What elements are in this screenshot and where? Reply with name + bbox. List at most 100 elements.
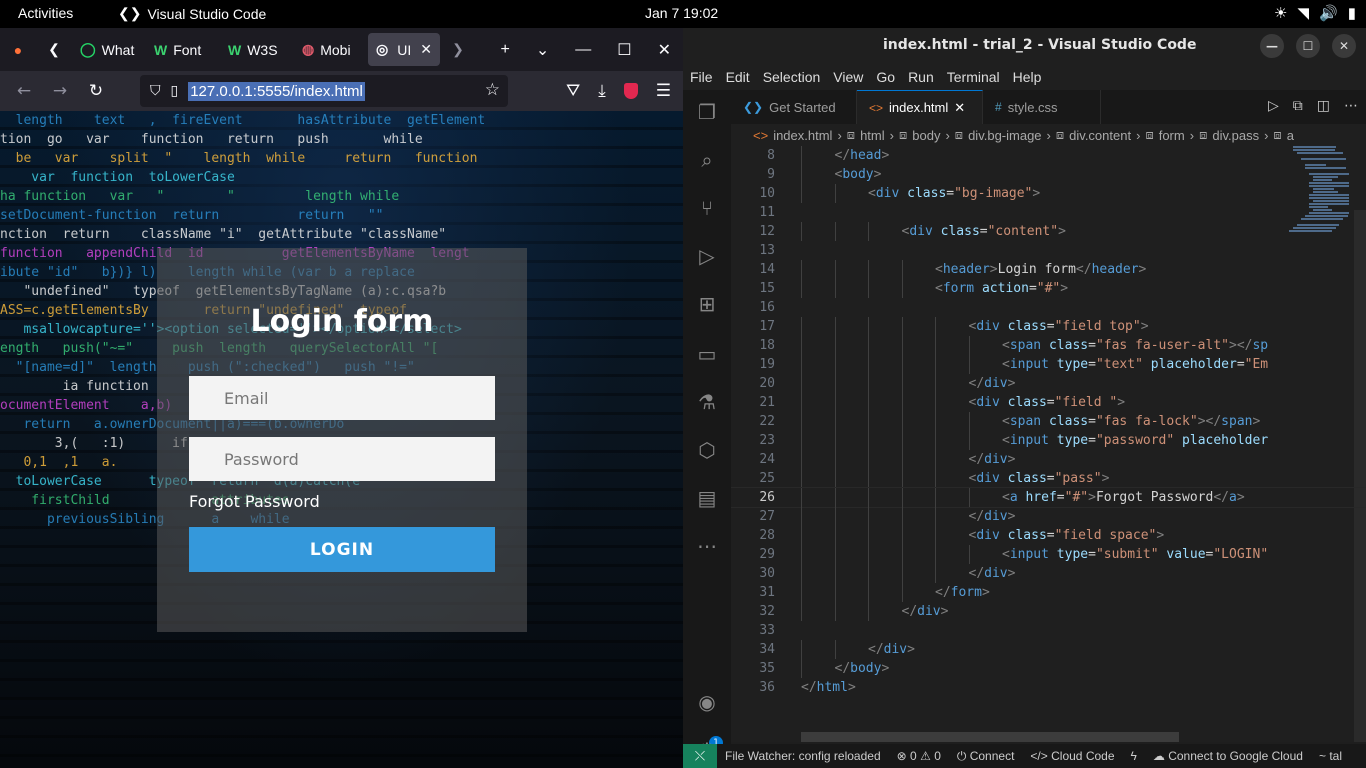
- breadcrumb-item[interactable]: div.pass: [1212, 128, 1259, 143]
- shield-outline-icon[interactable]: ⛉: [150, 83, 161, 99]
- code-line[interactable]: 22 <span class="fas fa-lock"></span>: [731, 412, 1366, 431]
- tail-status[interactable]: ~ tal: [1311, 749, 1350, 763]
- code-line[interactable]: 29 <input type="submit" value="LOGIN": [731, 545, 1366, 564]
- code-line[interactable]: 32 </div>: [731, 602, 1366, 621]
- email-input[interactable]: Email: [189, 376, 495, 420]
- battery-icon[interactable]: ▮: [1348, 4, 1356, 22]
- code-line[interactable]: 10 <div class="bg-image">: [731, 184, 1366, 203]
- code-line[interactable]: 35 </body>: [731, 659, 1366, 678]
- testing-icon[interactable]: ⚗: [695, 390, 719, 414]
- tab-index-html[interactable]: <> index.html ✕: [857, 90, 983, 124]
- code-line[interactable]: 9 <body>: [731, 165, 1366, 184]
- google-cloud-status[interactable]: ☁ Connect to Google Cloud: [1145, 749, 1311, 763]
- close-tab-icon[interactable]: ✕: [954, 100, 965, 116]
- more-actions-icon[interactable]: ⋯: [1344, 98, 1358, 114]
- browser-tab-3[interactable]: W W3S: [220, 33, 294, 66]
- explorer-icon[interactable]: ❐: [695, 100, 719, 124]
- breadcrumb-item[interactable]: div.content: [1069, 128, 1131, 143]
- url-text[interactable]: 127.0.0.1:5555/index.html: [188, 81, 365, 101]
- reload-icon[interactable]: ↻: [78, 81, 114, 101]
- system-tray[interactable]: ☀ ◥ 🔊 ▮: [1274, 4, 1356, 22]
- tab-get-started[interactable]: ❮❯ Get Started: [731, 90, 857, 124]
- breadcrumb-item[interactable]: div.bg-image: [968, 128, 1041, 143]
- extensions-icon[interactable]: ⊞: [695, 292, 719, 316]
- forgot-password-link[interactable]: Forgot Password: [189, 492, 320, 511]
- run-icon[interactable]: ▷: [1268, 98, 1279, 114]
- menu-selection[interactable]: Selection: [763, 69, 821, 85]
- search-icon[interactable]: ⌕: [695, 148, 719, 172]
- menu-terminal[interactable]: Terminal: [947, 69, 1000, 85]
- extension-shield-icon[interactable]: [623, 83, 638, 99]
- close-window-icon[interactable]: ✕: [1332, 34, 1356, 58]
- folder-icon[interactable]: ▤: [695, 486, 719, 510]
- list-tabs-icon[interactable]: ⌄: [536, 40, 549, 60]
- new-tab-icon[interactable]: +: [501, 41, 510, 59]
- menu-edit[interactable]: Edit: [726, 69, 750, 85]
- menu-view[interactable]: View: [833, 69, 863, 85]
- code-line[interactable]: 28 <div class="field space">: [731, 526, 1366, 545]
- lightning-icon[interactable]: ϟ: [1123, 749, 1145, 763]
- code-line[interactable]: 18 <span class="fas fa-user-alt"></sp: [731, 336, 1366, 355]
- code-line[interactable]: 17 <div class="field top">: [731, 317, 1366, 336]
- clock[interactable]: Jan 7 19:02: [645, 5, 718, 21]
- menu-run[interactable]: Run: [908, 69, 934, 85]
- code-line[interactable]: 25 <div class="pass">: [731, 469, 1366, 488]
- breadcrumb-item[interactable]: html: [860, 128, 885, 143]
- split-editor-icon[interactable]: ◫: [1317, 98, 1330, 114]
- problems-status[interactable]: ⊗ 0 ⚠ 0: [889, 749, 949, 763]
- connect-status[interactable]: ⏻ Connect: [949, 749, 1023, 764]
- password-input[interactable]: Password: [189, 437, 495, 481]
- tab-scroll-left-icon[interactable]: ❮: [36, 41, 72, 58]
- code-line[interactable]: 12 <div class="content">: [731, 222, 1366, 241]
- close-tab-icon[interactable]: ✕: [420, 41, 432, 58]
- browser-tab-2[interactable]: W Font: [146, 33, 220, 66]
- tab-scroll-right-icon[interactable]: ❯: [440, 41, 476, 58]
- code-line[interactable]: 33: [731, 621, 1366, 640]
- account-icon[interactable]: ◉: [695, 690, 719, 714]
- code-line[interactable]: 16: [731, 298, 1366, 317]
- source-control-icon[interactable]: ⑂: [695, 196, 719, 220]
- code-line[interactable]: 11: [731, 203, 1366, 222]
- menu-file[interactable]: File: [690, 69, 713, 85]
- bookmark-star-icon[interactable]: ☆: [485, 80, 500, 100]
- breadcrumb-item[interactable]: a: [1287, 128, 1294, 143]
- menu-help[interactable]: Help: [1013, 69, 1042, 85]
- open-preview-icon[interactable]: ⧉: [1293, 98, 1303, 114]
- code-line[interactable]: 19 <input type="text" placeholder="Em: [731, 355, 1366, 374]
- code-line[interactable]: 24 </div>: [731, 450, 1366, 469]
- code-line[interactable]: 36 </html>: [731, 678, 1366, 697]
- remote-indicator-icon[interactable]: ⤬: [683, 744, 717, 768]
- code-line[interactable]: 8 </head>: [731, 146, 1366, 165]
- forward-icon[interactable]: →: [42, 81, 78, 101]
- code-line[interactable]: 27 </div>: [731, 507, 1366, 526]
- code-line[interactable]: 31 </form>: [731, 583, 1366, 602]
- code-line[interactable]: 15 <form action="#">: [731, 279, 1366, 298]
- code-line[interactable]: 30 </div>: [731, 564, 1366, 583]
- code-line[interactable]: 23 <input type="password" placeholder: [731, 431, 1366, 450]
- run-debug-icon[interactable]: ▷: [695, 244, 719, 268]
- code-line[interactable]: 13: [731, 241, 1366, 260]
- close-window-icon[interactable]: ✕: [658, 40, 671, 60]
- downloads-icon[interactable]: ⤓: [598, 81, 606, 101]
- breadcrumb-item[interactable]: body: [912, 128, 940, 143]
- tab-style-css[interactable]: # style.css: [983, 90, 1101, 124]
- minimize-icon[interactable]: —: [1260, 34, 1284, 58]
- maximize-icon[interactable]: ☐: [617, 40, 631, 60]
- volume-icon[interactable]: 🔊: [1319, 4, 1338, 22]
- back-icon[interactable]: ←: [6, 81, 42, 101]
- browser-tab-1[interactable]: ◯ What: [72, 33, 146, 66]
- hamburger-menu-icon[interactable]: ☰: [656, 81, 671, 101]
- cloud-code-icon[interactable]: ⬡: [695, 438, 719, 462]
- minimize-icon[interactable]: —: [575, 41, 591, 59]
- app-menu[interactable]: ❮❯ Visual Studio Code: [118, 5, 266, 22]
- url-bar[interactable]: ⛉ ▯ 127.0.0.1:5555/index.html ☆: [140, 75, 508, 107]
- brightness-icon[interactable]: ☀: [1274, 4, 1287, 22]
- more-icon[interactable]: ⋯: [695, 534, 719, 558]
- breadcrumb-item[interactable]: index.html: [773, 128, 832, 143]
- horizontal-scrollbar[interactable]: [801, 732, 1179, 742]
- code-line[interactable]: 26 <a href="#">Forgot Password</a>: [731, 487, 1366, 508]
- file-watcher-status[interactable]: File Watcher: config reloaded: [717, 749, 889, 763]
- code-line[interactable]: 34 </div>: [731, 640, 1366, 659]
- wifi-icon[interactable]: ◥: [1298, 4, 1310, 22]
- login-button[interactable]: LOGIN: [189, 527, 495, 572]
